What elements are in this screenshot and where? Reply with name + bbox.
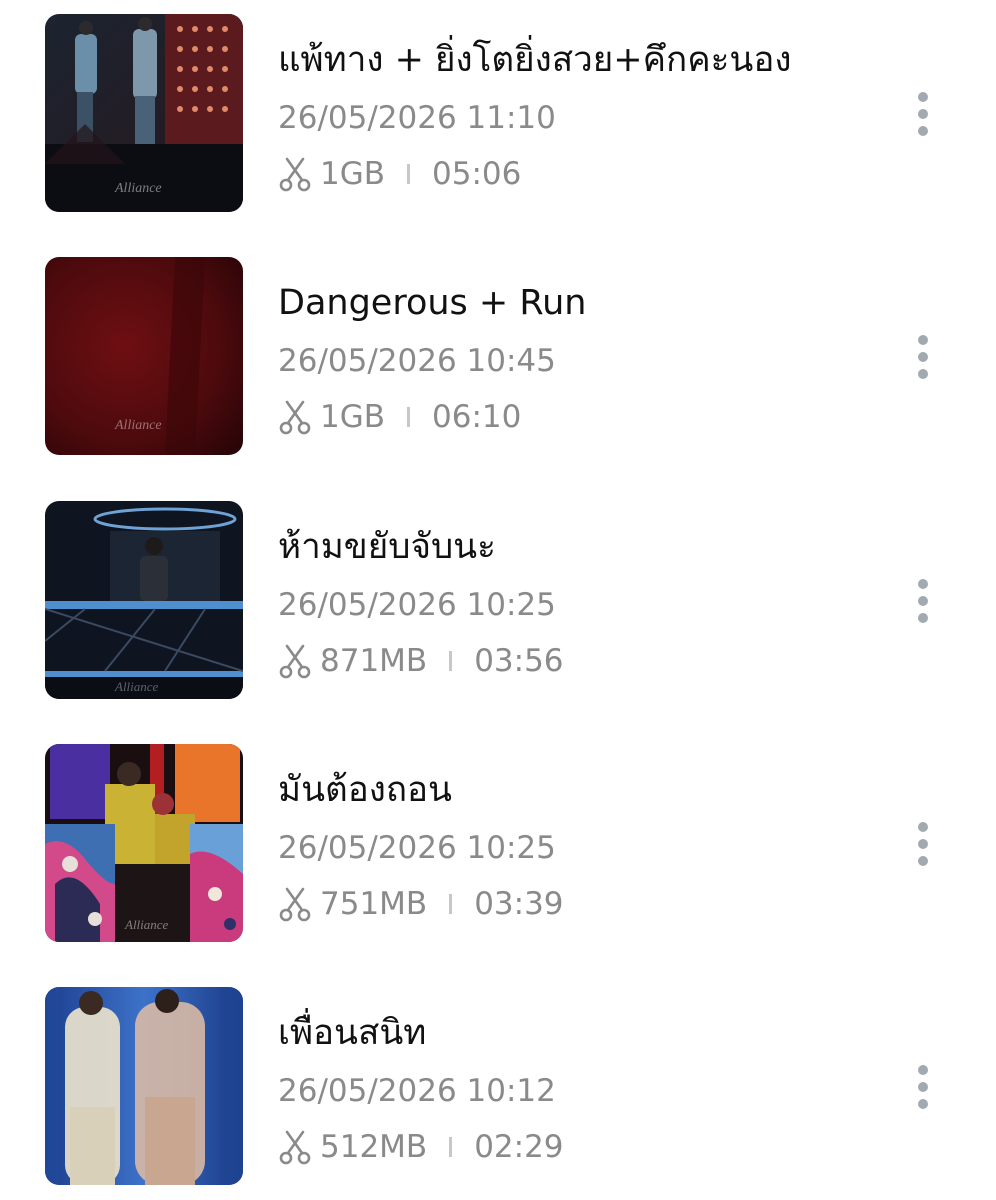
- more-vertical-icon-dot: [918, 369, 928, 379]
- video-title: Dangerous + Run: [278, 283, 587, 323]
- video-date: 26/05/2026 10:45: [278, 343, 556, 379]
- video-duration: 06:10: [432, 399, 522, 435]
- video-item[interactable]: Alliance แพ้ทาง + ยิ่งโตยิ่งสวย+คึกคะนอง…: [0, 14, 996, 214]
- more-options-button[interactable]: [908, 92, 940, 138]
- stage-platform-thumbnail: Alliance: [45, 501, 243, 699]
- more-vertical-icon-dot: [918, 1099, 928, 1109]
- meta-divider: [449, 651, 453, 671]
- concert-stage-thumbnail: Alliance: [45, 14, 243, 212]
- video-size: 512MB: [320, 1129, 428, 1165]
- video-size: 1GB: [320, 399, 386, 435]
- more-vertical-icon-dot: [918, 126, 928, 136]
- red-stage-thumbnail: Alliance: [45, 257, 243, 455]
- meta-divider: [407, 407, 411, 427]
- video-title: เพื่อนสนิท: [278, 1013, 427, 1053]
- scissors-icon: [279, 644, 311, 679]
- more-vertical-icon: [918, 1065, 928, 1075]
- more-vertical-icon-dot: [918, 1082, 928, 1092]
- more-options-button[interactable]: [908, 335, 940, 381]
- more-options-button[interactable]: [908, 1065, 940, 1111]
- more-vertical-icon-dot: [918, 856, 928, 866]
- more-vertical-icon: [918, 92, 928, 102]
- video-duration: 02:29: [474, 1129, 564, 1165]
- more-vertical-icon: [918, 335, 928, 345]
- video-thumbnail[interactable]: Alliance: [45, 257, 243, 455]
- video-meta: 751MB 03:39: [278, 884, 564, 924]
- more-options-button[interactable]: [908, 579, 940, 625]
- video-thumbnail[interactable]: Alliance: [45, 14, 243, 212]
- video-title: แพ้ทาง + ยิ่งโตยิ่งสวย+คึกคะนอง: [278, 40, 792, 80]
- video-size: 871MB: [320, 643, 428, 679]
- video-meta: 1GB 05:06: [278, 154, 521, 194]
- video-meta: 512MB 02:29: [278, 1127, 564, 1167]
- scissors-icon: [279, 400, 311, 435]
- video-duration: 03:56: [474, 643, 564, 679]
- video-item[interactable]: Alliance มันต้องถอน 26/05/2026 10:25 751…: [0, 744, 996, 944]
- video-title: มันต้องถอน: [278, 770, 452, 810]
- video-duration: 03:39: [474, 886, 564, 922]
- svg-text:Alliance: Alliance: [114, 418, 162, 433]
- meta-divider: [449, 1137, 453, 1157]
- more-vertical-icon-dot: [918, 352, 928, 362]
- svg-text:Alliance: Alliance: [124, 917, 169, 932]
- more-vertical-icon: [918, 822, 928, 832]
- meta-divider: [449, 894, 453, 914]
- dancers-thumbnail: Alliance: [45, 744, 243, 942]
- meta-divider: [407, 164, 411, 184]
- video-title: ห้ามขยับจับนะ: [278, 527, 496, 567]
- more-vertical-icon: [918, 579, 928, 589]
- video-meta: 1GB 06:10: [278, 397, 521, 437]
- video-item[interactable]: Alliance Dangerous + Run 26/05/2026 10:4…: [0, 257, 996, 457]
- video-thumbnail[interactable]: [45, 987, 243, 1185]
- scissors-icon: [279, 1130, 311, 1165]
- video-item[interactable]: Alliance ห้ามขยับจับนะ 26/05/2026 10:25 …: [0, 501, 996, 701]
- more-vertical-icon-dot: [918, 839, 928, 849]
- video-thumbnail[interactable]: Alliance: [45, 501, 243, 699]
- video-size: 751MB: [320, 886, 428, 922]
- video-duration: 05:06: [432, 156, 522, 192]
- more-vertical-icon-dot: [918, 109, 928, 119]
- more-vertical-icon-dot: [918, 596, 928, 606]
- video-date: 26/05/2026 11:10: [278, 100, 556, 136]
- video-date: 26/05/2026 10:25: [278, 830, 556, 866]
- video-meta: 871MB 03:56: [278, 641, 564, 681]
- scissors-icon: [279, 157, 311, 192]
- svg-text:Alliance: Alliance: [114, 181, 162, 196]
- performers-blue-thumbnail: [45, 987, 243, 1185]
- video-date: 26/05/2026 10:25: [278, 587, 556, 623]
- video-size: 1GB: [320, 156, 386, 192]
- scissors-icon: [279, 887, 311, 922]
- more-options-button[interactable]: [908, 822, 940, 868]
- more-vertical-icon-dot: [918, 613, 928, 623]
- video-thumbnail[interactable]: Alliance: [45, 744, 243, 942]
- video-item[interactable]: เพื่อนสนิท 26/05/2026 10:12 512MB 02:29: [0, 987, 996, 1187]
- video-list: Alliance แพ้ทาง + ยิ่งโตยิ่งสวย+คึกคะนอง…: [0, 0, 996, 1200]
- video-date: 26/05/2026 10:12: [278, 1073, 556, 1109]
- svg-text:Alliance: Alliance: [114, 679, 159, 694]
